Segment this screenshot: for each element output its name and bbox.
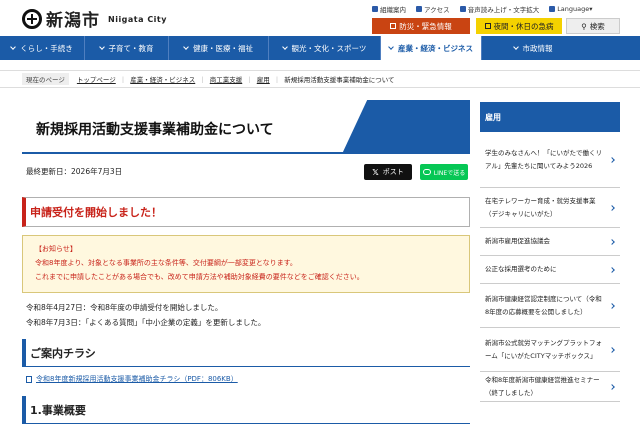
notice-line: これまでに申請したことがある場合でも、改めて申請方法や補助対象経費の要件などをご…	[35, 273, 364, 281]
update-line: 令和8年7月3日：「よくある質問」「中小企業の定義」を更新しました。	[26, 318, 266, 327]
section-heading-overview: 1.事業概要	[22, 396, 470, 424]
logo-text: 新潟市	[46, 11, 100, 31]
breadcrumb-link-employment[interactable]: 雇用	[257, 74, 270, 84]
nav-item-tourism[interactable]: 観光・文化・スポーツ	[269, 36, 381, 60]
night-holiday-clinic-button[interactable]: 夜間・休日の急病	[476, 18, 562, 34]
line-logo-icon	[422, 169, 431, 175]
sidebar-item[interactable]: 新潟市雇用促進協議会	[480, 228, 620, 256]
util-link-accessibility[interactable]: 音声読み上げ・文字拡大	[459, 4, 539, 14]
page-title: 新規採用活動支援事業補助金について	[36, 122, 274, 138]
speaker-icon	[459, 6, 466, 12]
section-heading-flyer: ご案内チラシ	[22, 339, 470, 367]
chevron-right-icon	[609, 156, 615, 163]
notice-label: 【お知らせ】	[35, 245, 77, 253]
sidebar-item[interactable]: 在宅テレワーカー育成・就労支援事業（デジキャリにいがた）	[480, 188, 620, 228]
share-x-button[interactable]: 𝕏 ポスト	[364, 164, 412, 180]
breadcrumb-link-commerce[interactable]: 商工業支援	[210, 74, 243, 84]
sidebar-item[interactable]: 新潟市健康経営認定制度について（令和8年度の応募概要を公開しました）	[480, 284, 620, 328]
breadcrumb-link-top[interactable]: トップページ	[77, 74, 116, 84]
sidebar-item[interactable]: 令和8年度新潟市健康経営推進セミナー（終了しました）	[480, 372, 620, 402]
title-decoration	[342, 100, 470, 152]
map-pin-icon	[416, 6, 422, 12]
share-line-button[interactable]: LINEで送る	[420, 164, 468, 180]
organization-icon	[372, 6, 378, 12]
search-button[interactable]: ⚲ 検索	[566, 18, 620, 34]
global-nav: くらし・手続き 子育て・教育 健康・医療・福祉 観光・文化・スポーツ 産業・経済…	[0, 36, 640, 60]
nav-item-city-info[interactable]: 市政情報	[482, 36, 584, 60]
utility-links: 組織案内 アクセス 音声読み上げ・文字拡大 Language ▾	[372, 4, 603, 14]
breadcrumb-here-label: 現在のページ	[22, 73, 69, 85]
sidebar-item[interactable]: 学生のみなさんへ！「にいがたで働くリアル」先輩たちに聞いてみよう2026	[480, 132, 620, 188]
breadcrumb-separator: ｜	[246, 76, 253, 84]
chevron-right-icon	[609, 238, 615, 245]
breadcrumb-separator: ｜	[199, 76, 206, 84]
site-header: 新潟市 Niigata City 組織案内 アクセス 音声読み上げ・文字拡大 L…	[0, 0, 640, 36]
breadcrumb-current: 新規採用活動支援事業補助金について	[284, 76, 395, 84]
warning-icon	[390, 23, 397, 29]
logo-subtitle: Niigata City	[108, 15, 167, 24]
update-line: 令和8年4月27日：令和8年度の申請受付を開始しました。	[26, 303, 223, 312]
notice-box: 【お知らせ】 令和8年度より、対象となる事業所の主な条件等、交付要綱が一部変更と…	[22, 235, 470, 293]
chevron-right-icon	[609, 383, 615, 390]
city-emblem-icon	[22, 8, 42, 29]
nav-item-business[interactable]: 産業・経済・ビジネス	[381, 36, 482, 60]
breadcrumb: 現在のページ トップページ｜ 産業・経済・ビジネス｜ 商工業支援｜ 雇用｜ 新規…	[0, 70, 640, 88]
site-logo[interactable]: 新潟市 Niigata City	[22, 6, 167, 31]
chevron-right-icon	[609, 266, 615, 273]
notice-heading: 申請受付を開始しました！	[22, 197, 470, 227]
sidebar-item[interactable]: 新潟市公式就労マッチングプラットフォーム「にいがたCITYマッチボックス」	[480, 328, 620, 372]
last-updated: 最終更新日：2026年7月3日	[26, 167, 123, 176]
sidebar-item[interactable]: 公正な採用選考のために	[480, 256, 620, 284]
sidebar-heading: 雇用	[480, 102, 620, 132]
util-link-access[interactable]: アクセス	[416, 4, 450, 14]
chevron-right-icon	[609, 346, 615, 353]
breadcrumb-separator: ｜	[273, 76, 281, 84]
x-logo-icon: 𝕏	[372, 167, 379, 177]
pdf-flyer-link[interactable]: 令和8年度新規採用活動支援事業補助金チラシ（PDF：806KB）	[26, 374, 238, 384]
breadcrumb-link-business[interactable]: 産業・経済・ビジネス	[130, 74, 195, 84]
nav-item-childcare[interactable]: 子育て・教育	[85, 36, 169, 60]
pdf-icon	[26, 375, 32, 383]
nav-item-health[interactable]: 健康・医療・福祉	[169, 36, 269, 60]
search-icon: ⚲	[581, 21, 587, 31]
chevron-right-icon	[609, 204, 615, 211]
globe-icon	[549, 6, 556, 12]
emergency-info-button[interactable]: 防災・緊急情報	[372, 18, 470, 34]
sidebar: 雇用 学生のみなさんへ！「にいがたで働くリアル」先輩たちに聞いてみよう2026 …	[480, 102, 620, 402]
util-link-organization[interactable]: 組織案内	[372, 4, 406, 14]
chevron-right-icon	[609, 302, 615, 309]
notice-line: 令和8年度より、対象となる事業所の主な条件等、交付要綱が一部変更となります。	[35, 259, 297, 267]
nav-item-living[interactable]: くらし・手続き	[0, 36, 85, 60]
util-link-language[interactable]: Language ▾	[549, 4, 593, 14]
breadcrumb-separator: ｜	[119, 76, 127, 84]
page-title-box: 新規採用活動支援事業補助金について	[22, 100, 470, 154]
hospital-icon	[484, 23, 491, 29]
